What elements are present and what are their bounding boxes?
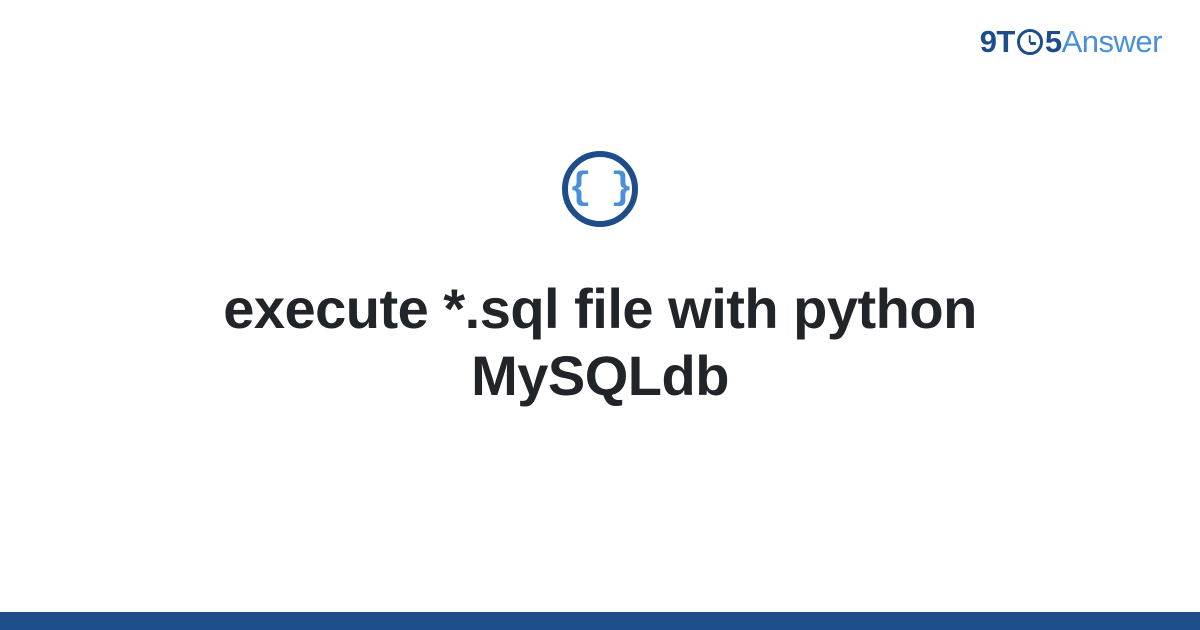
footer-accent-bar (0, 612, 1200, 630)
topic-icon-wrapper: { } (562, 151, 638, 227)
question-title: execute *.sql file with python MySQLdb (100, 275, 1100, 409)
main-content: { } execute *.sql file with python MySQL… (0, 0, 1200, 630)
code-braces-icon: { } (562, 151, 638, 227)
